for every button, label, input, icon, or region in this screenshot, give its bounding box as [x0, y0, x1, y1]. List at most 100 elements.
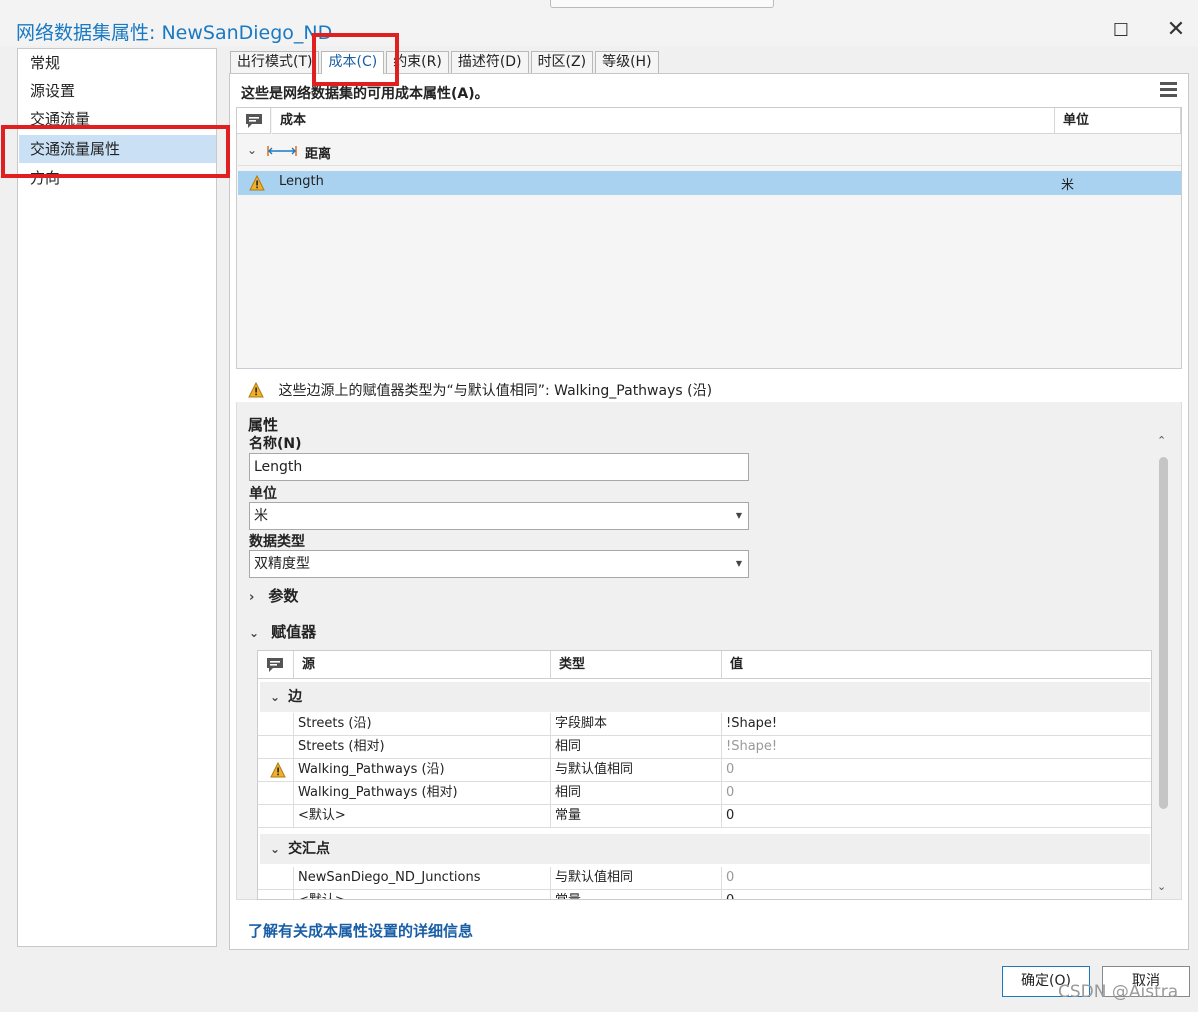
- source-cell: Walking_Pathways (沿): [294, 759, 551, 781]
- source-cell: <默认>: [294, 805, 551, 827]
- warning-icon: [270, 761, 286, 778]
- cost-unit: 米: [1061, 178, 1075, 193]
- type-cell[interactable]: 与默认值相同: [551, 867, 722, 889]
- source-cell: Streets (相对): [294, 736, 551, 758]
- type-cell[interactable]: 常量: [551, 805, 722, 827]
- datatype-select-value: 双精度型: [254, 556, 310, 572]
- tab-hierarchy[interactable]: 等级(H): [595, 51, 659, 73]
- evaluator-row[interactable]: Walking_Pathways (相对) 相同 0: [258, 782, 1151, 805]
- row-status-cell: [258, 713, 294, 735]
- warning-banner: 这些边源上的赋值器类型为“与默认值相同”: Walking_Pathways (…: [248, 380, 712, 400]
- cost-name: Length: [279, 174, 324, 189]
- type-column-header[interactable]: 类型: [551, 651, 722, 679]
- row-status-cell: [258, 890, 294, 899]
- row-status-cell: [258, 782, 294, 804]
- tab-time-zones[interactable]: 时区(Z): [530, 51, 594, 73]
- chevron-right-icon: ›: [249, 590, 255, 605]
- unit-select-value: 米: [254, 508, 268, 524]
- scroll-down-icon[interactable]: ⌄: [1157, 880, 1166, 893]
- nav-item-general[interactable]: 常规: [19, 49, 216, 77]
- value-cell[interactable]: !Shape!: [722, 713, 1151, 735]
- unit-select[interactable]: 米 ▼: [249, 502, 749, 530]
- row-status-cell: [258, 759, 294, 781]
- name-input[interactable]: Length: [249, 453, 749, 481]
- edge-group-row[interactable]: ⌄ 边: [260, 682, 1150, 712]
- properties-section-label: 属性: [248, 416, 279, 434]
- cost-column-header[interactable]: 成本: [272, 108, 1055, 134]
- value-cell[interactable]: !Shape!: [722, 736, 1151, 758]
- value-column-header[interactable]: 值: [722, 651, 1151, 679]
- type-cell[interactable]: 相同: [551, 736, 722, 758]
- scroll-up-icon[interactable]: ⌃: [1157, 434, 1166, 447]
- distance-group-label: 距离: [305, 147, 332, 162]
- learn-more-link[interactable]: 了解有关成本属性设置的详细信息: [248, 920, 473, 941]
- parameters-section[interactable]: › 参数: [249, 585, 298, 606]
- warning-icon: [249, 175, 265, 191]
- cost-row-length[interactable]: Length 米: [238, 171, 1181, 195]
- nav-sidebar: 常规 源设置 交通流量 交通流量属性 方向: [17, 48, 217, 947]
- close-icon[interactable]: ✕: [1166, 19, 1186, 41]
- evaluator-row[interactable]: Streets (沿) 字段脚本 !Shape!: [258, 713, 1151, 736]
- type-cell[interactable]: 字段脚本: [551, 713, 722, 735]
- warning-icon: [248, 381, 264, 398]
- distance-group-row[interactable]: ⌄ 距离: [238, 136, 1181, 166]
- chevron-down-icon[interactable]: ⌄: [247, 143, 257, 157]
- junction-group-label: 交汇点: [288, 841, 331, 857]
- value-cell[interactable]: 0: [722, 867, 1151, 889]
- source-column-header[interactable]: 源: [294, 651, 551, 679]
- evaluator-row[interactable]: <默认>常量0: [258, 805, 1151, 828]
- tab-descriptors[interactable]: 描述符(D): [450, 51, 529, 73]
- scrollbar-thumb[interactable]: [1159, 457, 1168, 809]
- evaluators-section[interactable]: ⌄ 赋值器: [249, 621, 316, 642]
- value-cell[interactable]: 0: [722, 890, 1151, 899]
- edge-group-label: 边: [288, 689, 303, 705]
- row-status-cell: [258, 805, 294, 827]
- chevron-down-icon: ⌄: [270, 690, 281, 704]
- datatype-label: 数据类型: [249, 534, 305, 550]
- watermark: CSDN @Aistra: [1058, 982, 1179, 1002]
- source-cell: Streets (沿): [294, 713, 551, 735]
- row-status-cell: [258, 736, 294, 758]
- source-cell: NewSanDiego_ND_Junctions: [294, 867, 551, 889]
- menu-icon[interactable]: [1160, 82, 1177, 97]
- source-cell: <默认>: [294, 890, 551, 899]
- comment-icon[interactable]: [258, 651, 294, 679]
- type-cell[interactable]: 常量: [551, 890, 722, 899]
- window-title: 网络数据集属性: NewSanDiego_ND: [16, 22, 333, 44]
- evaluator-row[interactable]: <默认>常量0: [258, 890, 1151, 899]
- cost-heading: 这些是网络数据集的可用成本属性(A)。: [241, 86, 489, 102]
- value-cell[interactable]: 0: [722, 759, 1151, 781]
- evaluator-row[interactable]: Streets (相对) 相同 !Shape!: [258, 736, 1151, 759]
- distance-icon: [267, 146, 297, 156]
- background-window-edge: [550, 0, 774, 8]
- name-label: 名称(N): [249, 436, 302, 452]
- highlight-box-tab: [312, 33, 399, 86]
- chevron-down-icon: ⌄: [249, 626, 260, 640]
- unit-label: 单位: [249, 486, 277, 502]
- evaluators-label: 赋值器: [271, 623, 317, 641]
- evaluator-row[interactable]: NewSanDiego_ND_Junctions 与默认值相同 0: [258, 867, 1151, 890]
- junction-group-row[interactable]: ⌄ 交汇点: [260, 834, 1150, 864]
- tab-travel-modes[interactable]: 出行模式(T): [230, 51, 320, 73]
- parameters-label: 参数: [268, 587, 299, 605]
- dropdown-caret-icon: ▼: [735, 559, 742, 568]
- value-cell[interactable]: 0: [722, 782, 1151, 804]
- maximize-icon[interactable]: ☐: [1112, 22, 1130, 40]
- unit-column-header[interactable]: 单位: [1055, 108, 1181, 134]
- source-cell: Walking_Pathways (相对): [294, 782, 551, 804]
- warning-text: 这些边源上的赋值器类型为“与默认值相同”: Walking_Pathways (…: [278, 383, 713, 399]
- row-status-cell: [258, 867, 294, 889]
- type-cell[interactable]: 相同: [551, 782, 722, 804]
- cost-grid: 成本 单位 ⌄ 距离 Length 米: [236, 107, 1182, 369]
- dropdown-caret-icon: ▼: [735, 511, 742, 520]
- type-cell[interactable]: 与默认值相同: [551, 759, 722, 781]
- left-edge-marker: [0, 248, 4, 262]
- highlight-box-nav: [1, 125, 230, 178]
- evaluators-table: 源 类型 值 ⌄ 边 Streets (沿) 字段脚本 !Shape! Streets …: [257, 650, 1152, 900]
- comment-icon[interactable]: [237, 108, 271, 134]
- nav-item-source-settings[interactable]: 源设置: [19, 77, 216, 105]
- chevron-down-icon: ⌄: [270, 842, 281, 856]
- evaluator-row[interactable]: Walking_Pathways (沿) 与默认值相同 0: [258, 759, 1151, 782]
- datatype-select[interactable]: 双精度型 ▼: [249, 550, 749, 578]
- value-cell[interactable]: 0: [722, 805, 1151, 827]
